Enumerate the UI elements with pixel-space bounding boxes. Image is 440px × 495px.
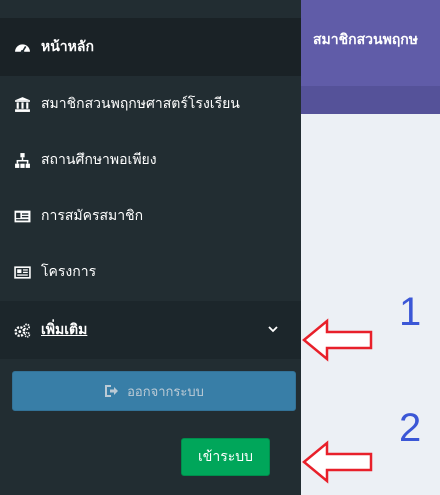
newspaper-icon [14,264,31,281]
annotation-arrow-2 [302,440,373,484]
sidebar-item-members[interactable]: สมาชิกสวนพฤกษศาสตร์โรงเรียน [0,75,301,133]
logout-button-label: ออกจากระบบ [127,384,204,400]
sidebar-item-label: สถานศึกษาพอเพียง [41,152,157,168]
sidebar-item-label: สมาชิกสวนพฤกษศาสตร์โรงเรียน [41,96,240,112]
logout-button[interactable]: ออกจากระบบ [12,371,296,411]
annotation-number-2: 2 [399,406,422,450]
sidebar-item-label: โครงการ [41,264,97,280]
dashboard-icon [14,39,31,56]
annotation-arrow-1 [302,318,373,362]
cogs-icon [14,322,31,339]
header-subbar [301,86,440,114]
sidebar-item-registration[interactable]: การสมัครสมาชิก [0,187,301,245]
sidebar-item-more[interactable]: เพิ่มเติม [0,301,301,359]
page-header: สมาชิกสวนพฤกษ [301,0,440,86]
login-button-label: เข้าระบบ [197,449,254,465]
login-button[interactable]: เข้าระบบ [181,438,270,476]
id-card-icon [14,208,31,225]
sidebar-item-label: การสมัครสมาชิก [41,208,144,224]
sign-out-icon [104,384,119,398]
institution-icon [14,96,31,113]
sidebar-item-projects[interactable]: โครงการ [0,243,301,301]
sidebar: หน้าหลัก สมาชิกสวนพฤกษศาสตร์โรงเรียน สถา… [0,0,301,495]
sidebar-item-sufficiency-school[interactable]: สถานศึกษาพอเพียง [0,131,301,189]
sitemap-icon [14,152,31,169]
annotation-number-1: 1 [399,290,422,334]
page-title: สมาชิกสวนพฤกษ [313,32,418,48]
sidebar-item-more-label: เพิ่มเติม [41,322,88,338]
sidebar-item-label: หน้าหลัก [41,39,94,55]
chevron-down-icon[interactable] [267,323,279,335]
sidebar-item-home[interactable]: หน้าหลัก [0,18,301,76]
